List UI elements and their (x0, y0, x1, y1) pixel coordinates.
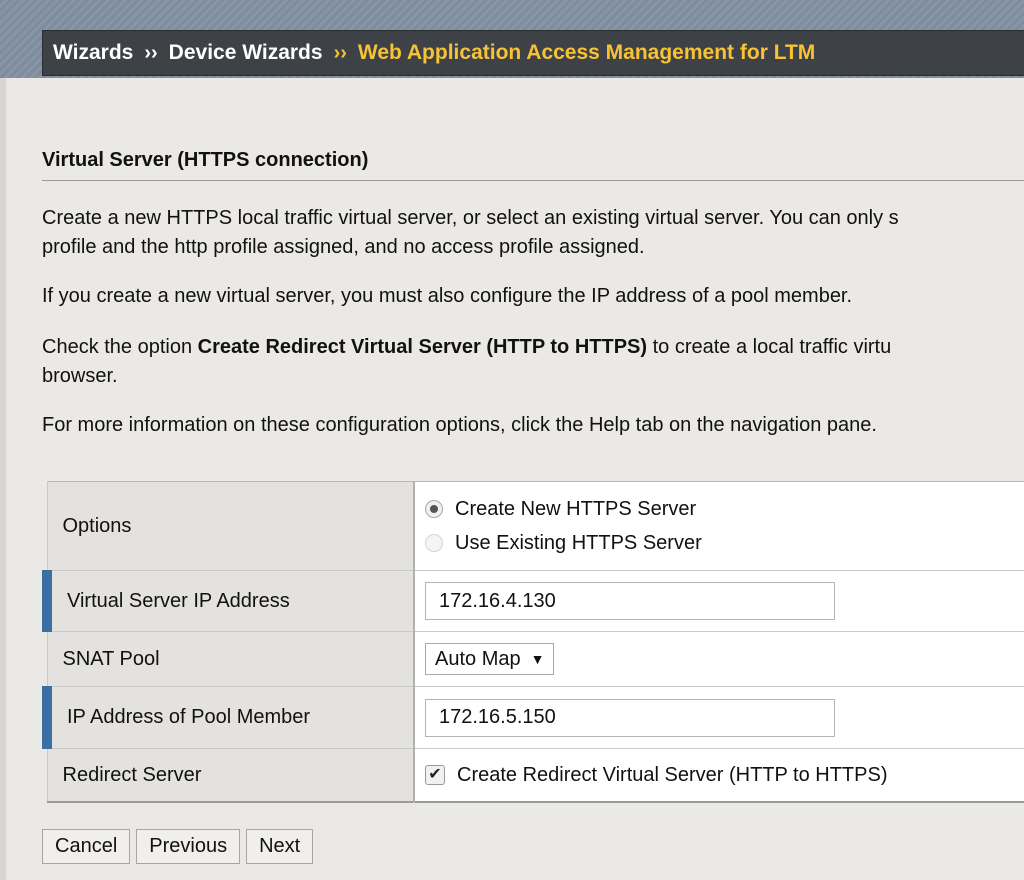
pool-member-note: If you create a new virtual server, you … (42, 285, 853, 307)
option-create-new[interactable]: Create New HTTPS Server (425, 492, 1024, 526)
section-title: Virtual Server (HTTPS connection) (42, 149, 1024, 181)
snat-selected-value: Auto Map (435, 647, 521, 670)
intro-line-1: Create a new HTTPS local traffic virtual… (42, 207, 899, 229)
vip-row: Virtual Server IP Address (42, 570, 1024, 632)
snat-select[interactable]: Auto Map ▼ (425, 643, 555, 675)
breadcrumb-device-wizards[interactable]: Device Wizards (169, 41, 323, 65)
left-strip (0, 78, 6, 880)
redirect-note-bold: Create Redirect Virtual Server (HTTP to … (197, 336, 648, 358)
redirect-checkbox[interactable]: ✔ (425, 765, 445, 785)
breadcrumb-separator: ›› (333, 41, 347, 64)
help-note: For more information on these configurat… (42, 414, 877, 436)
button-bar: Cancel Previous Next (42, 829, 314, 864)
config-form: Options Create New HTTPS Server Use Exis… (42, 481, 1024, 803)
radio-use-existing[interactable] (425, 534, 443, 552)
redirect-row: Redirect Server ✔ Create Redirect Virtua… (46, 748, 1024, 803)
redirect-checkbox-label[interactable]: Create Redirect Virtual Server (HTTP to … (457, 764, 888, 787)
pool-ip-input[interactable] (425, 698, 835, 737)
redirect-option[interactable]: ✔ Create Redirect Virtual Server (HTTP t… (425, 764, 1024, 787)
redirect-note: Check the option Create Redirect Virtual… (42, 333, 1024, 391)
snat-label: SNAT Pool (46, 631, 415, 687)
redirect-note-suffix: to create a local traffic virtu (647, 336, 892, 358)
breadcrumb-separator: ›› (144, 41, 158, 64)
options-value: Create New HTTPS Server Use Existing HTT… (414, 481, 1024, 571)
pool-ip-row: IP Address of Pool Member (42, 686, 1024, 749)
radio-create-new[interactable] (425, 500, 443, 518)
options-label: Options (46, 481, 415, 571)
vip-input[interactable] (425, 582, 835, 620)
cancel-button[interactable]: Cancel (42, 829, 131, 864)
intro-line-2: profile and the http profile assigned, a… (42, 236, 645, 258)
option-use-existing-label[interactable]: Use Existing HTTPS Server (455, 532, 702, 555)
redirect-note-line-2: browser. (42, 365, 118, 387)
option-create-new-label[interactable]: Create New HTTPS Server (455, 498, 696, 521)
previous-button[interactable]: Previous (136, 829, 241, 864)
breadcrumb-current: Web Application Access Management for LT… (357, 41, 816, 64)
vip-label: Virtual Server IP Address (42, 570, 415, 632)
snat-row: SNAT Pool Auto Map ▼ (46, 631, 1024, 687)
dropdown-arrow-icon: ▼ (530, 651, 545, 667)
redirect-note-prefix: Check the option (42, 336, 198, 358)
redirect-label: Redirect Server (46, 748, 415, 803)
next-button[interactable]: Next (246, 829, 314, 864)
breadcrumb: Wizards ›› Device Wizards ›› Web Applica… (42, 30, 1024, 76)
pool-ip-label: IP Address of Pool Member (42, 686, 415, 749)
options-row: Options Create New HTTPS Server Use Exis… (46, 481, 1024, 571)
option-use-existing[interactable]: Use Existing HTTPS Server (425, 526, 1024, 560)
intro-paragraph: Create a new HTTPS local traffic virtual… (42, 204, 1024, 262)
breadcrumb-wizards[interactable]: Wizards (53, 41, 133, 65)
